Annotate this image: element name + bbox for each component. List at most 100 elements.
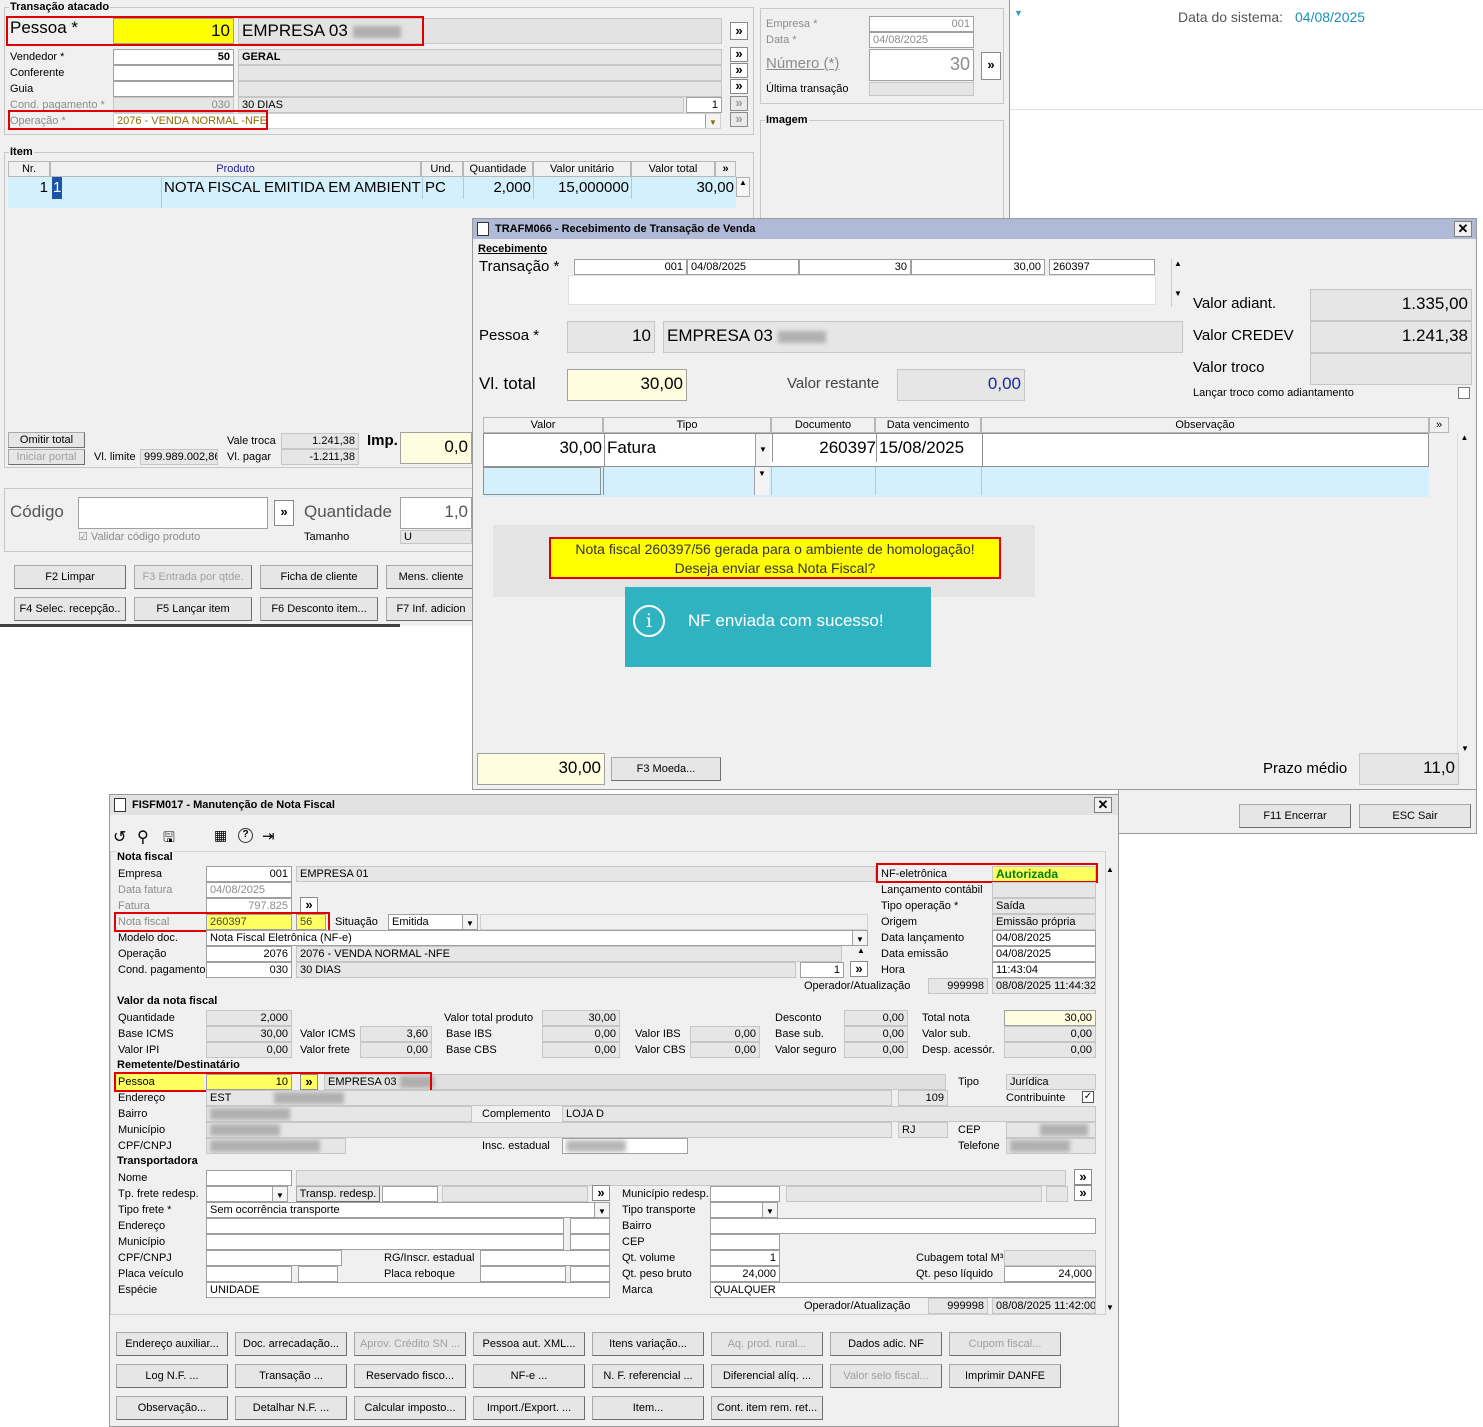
placa-uf[interactable] — [298, 1266, 338, 1282]
qt-volume-field[interactable]: 1 — [710, 1250, 780, 1266]
save-icon[interactable]: 🖫 — [163, 827, 181, 845]
guia-input[interactable] — [113, 81, 234, 97]
t-endereco-field[interactable] — [206, 1218, 564, 1234]
rem-pessoa-code[interactable]: 10 — [206, 1074, 292, 1090]
detalhar-nf-button[interactable]: Detalhar N.F. ... — [235, 1396, 347, 1420]
data-emis-field[interactable]: 04/08/2025 — [992, 946, 1096, 962]
chevron-down-icon[interactable] — [754, 467, 769, 495]
ficha-cliente-button[interactable]: Ficha de cliente — [260, 565, 378, 589]
f4-selec-button[interactable]: F4 Selec. recepção.. — [14, 597, 126, 621]
codigo-input[interactable] — [78, 497, 268, 529]
nf-referencial-button[interactable]: N. F. referencial ... — [592, 1364, 704, 1388]
fatura-more-button[interactable]: » — [300, 897, 318, 913]
calcular-imposto-button[interactable]: Calcular imposto... — [354, 1396, 466, 1420]
hora-field[interactable]: 11:43:04 — [992, 962, 1096, 978]
col-quantidade[interactable]: Quantidade — [463, 161, 533, 177]
aprov-credito-button[interactable]: Aprov. Crédito SN ... — [354, 1332, 466, 1356]
nome-more-button[interactable]: » — [1074, 1169, 1092, 1185]
operacao-select[interactable]: 2076 - VENDA NORMAL -NFE — [113, 113, 721, 129]
f6-desconto-button[interactable]: F6 Desconto item... — [260, 597, 378, 621]
t-cep-field[interactable] — [710, 1234, 780, 1250]
f3-moeda-button[interactable]: F3 Moeda... — [611, 757, 721, 781]
nf-empresa-code[interactable]: 001 — [206, 866, 292, 882]
transacao-button[interactable]: Transação ... — [235, 1364, 347, 1388]
help-icon[interactable]: ? — [238, 828, 253, 843]
table-row-new[interactable] — [483, 467, 1429, 497]
conferente-input[interactable] — [113, 65, 234, 81]
close-icon[interactable]: ✕ — [1454, 221, 1472, 237]
doc-arrecadacao-button[interactable]: Doc. arrecadação... — [235, 1332, 347, 1356]
col-data-vencimento[interactable]: Data vencimento — [875, 417, 981, 433]
aq-prod-rural-button[interactable]: Aq. prod. rural... — [711, 1332, 823, 1356]
tp-frete-redesp-select[interactable] — [206, 1186, 288, 1202]
transp-redesp-code[interactable] — [382, 1186, 438, 1202]
undo-icon[interactable]: ↺ — [113, 827, 131, 846]
close-icon[interactable]: ✕ — [1094, 797, 1112, 813]
modelo-select[interactable]: Nota Fiscal Eletrônica (NF-e) — [206, 930, 868, 946]
mens-cliente-button[interactable]: Mens. cliente — [386, 565, 476, 589]
mun-redesp-more-button[interactable]: » — [1074, 1185, 1092, 1201]
calendar-icon[interactable]: ▦ — [214, 827, 232, 845]
t-municipio-field[interactable] — [206, 1234, 564, 1250]
t-bairro-field[interactable] — [710, 1218, 1096, 1234]
iniciar-portal-button[interactable]: Iniciar portal — [8, 449, 85, 465]
row-tipo[interactable]: Fatura — [604, 434, 770, 466]
vendedor-code-input[interactable]: 50 — [113, 49, 234, 65]
new-row-tipo[interactable] — [603, 467, 769, 495]
t-municipio-uf[interactable] — [570, 1234, 610, 1250]
dados-adic-nf-button[interactable]: Dados adic. NF — [830, 1332, 942, 1356]
col-observacao[interactable]: Observação — [981, 417, 1429, 433]
operacao-more-button[interactable]: » — [730, 112, 748, 127]
nfe-button[interactable]: NF-e ... — [473, 1364, 585, 1388]
situacao-select[interactable]: Emitida — [388, 914, 478, 930]
vendedor-more-button[interactable]: » — [730, 47, 748, 62]
nf-scrollbar[interactable]: ▲ ▼ — [1103, 865, 1117, 1315]
marca-field[interactable]: QUALQUER — [710, 1282, 1096, 1298]
numero-more-button[interactable]: » — [981, 52, 1001, 80]
rg-field[interactable] — [480, 1250, 610, 1266]
numero-field[interactable]: 30 — [869, 49, 974, 81]
col-documento[interactable]: Documento — [771, 417, 875, 433]
col-more-button[interactable]: » — [715, 161, 736, 177]
exit-icon[interactable]: ⇥ — [262, 827, 280, 845]
contrib-checkbox[interactable]: ✓ — [1082, 1091, 1094, 1103]
f5-lancar-button[interactable]: F5 Lançar item — [134, 597, 252, 621]
quantidade-input[interactable]: 1,0 — [400, 497, 472, 529]
item-scrollbar[interactable]: ▲ — [736, 177, 750, 197]
diferencial-aliq-button[interactable]: Diferencial alíq. ... — [711, 1364, 823, 1388]
t-endereco-num[interactable] — [570, 1218, 610, 1234]
placa-field[interactable] — [206, 1266, 292, 1282]
cont-item-rem-button[interactable]: Cont. item rem. ret... — [711, 1396, 823, 1420]
log-nf-button[interactable]: Log N.F. ... — [116, 1364, 228, 1388]
col-und[interactable]: Und. — [421, 161, 463, 177]
grid-more-button[interactable]: » — [1429, 417, 1449, 433]
observacao-button[interactable]: Observação... — [116, 1396, 228, 1420]
nf-operacao-code[interactable]: 2076 — [206, 946, 292, 962]
endereco-auxiliar-button[interactable]: Endereço auxiliar... — [116, 1332, 228, 1356]
table-row[interactable]: 30,00 Fatura 260397 15/08/2025 — [483, 433, 1429, 467]
imprimir-danfe-button[interactable]: Imprimir DANFE — [949, 1364, 1061, 1388]
placa-reb-uf[interactable] — [570, 1266, 610, 1282]
table-row[interactable]: 1 1 NOTA FISCAL EMITIDA EM AMBIENTE PC 2… — [8, 177, 736, 208]
omitir-total-button[interactable]: Omitir total — [8, 432, 85, 448]
especie-field[interactable]: UNIDADE — [206, 1282, 610, 1298]
rem-pessoa-more-button[interactable]: » — [300, 1074, 318, 1090]
itens-variacao-button[interactable]: Itens variação... — [592, 1332, 704, 1356]
f11-encerrar-button[interactable]: F11 Encerrar — [1239, 804, 1351, 828]
pessoa-code-input[interactable]: 10 — [113, 18, 234, 44]
chevron-down-icon[interactable] — [755, 434, 770, 466]
col-produto[interactable]: Produto — [50, 161, 421, 177]
item-button[interactable]: Item... — [592, 1396, 704, 1420]
f3-entrada-button[interactable]: F3 Entrada por qtde. — [134, 565, 252, 589]
codigo-more-button[interactable]: » — [274, 500, 294, 526]
nf-operacao-scroll[interactable]: ▲ — [854, 946, 868, 962]
validar-checkbox[interactable]: ☑ Validar código produto — [78, 530, 200, 544]
col-valor-total[interactable]: Valor total — [631, 161, 715, 177]
col-nr[interactable]: Nr. — [8, 161, 50, 177]
import-export-button[interactable]: Import./Export. ... — [473, 1396, 585, 1420]
cond-more-button[interactable]: » — [730, 96, 748, 111]
col-tipo[interactable]: Tipo — [603, 417, 771, 433]
cupom-fiscal-button[interactable]: Cupom fiscal... — [949, 1332, 1061, 1356]
transp-redesp-button[interactable]: Transp. redesp. — [296, 1186, 380, 1202]
placa-reb-field[interactable] — [480, 1266, 566, 1282]
